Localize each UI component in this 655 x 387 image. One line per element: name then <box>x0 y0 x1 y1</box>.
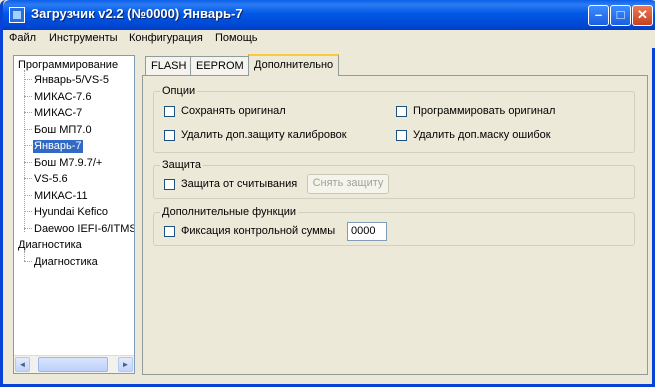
scroll-thumb[interactable] <box>38 357 108 372</box>
options-group: Опции Сохранять оригинал Программировать… <box>153 85 635 153</box>
menu-help[interactable]: Помощь <box>215 32 258 44</box>
program-original-label: Программировать оригинал <box>413 105 556 117</box>
save-original-label: Сохранять оригинал <box>181 105 286 117</box>
tree-item-mikas-7[interactable]: МИКАС-7 <box>34 107 82 120</box>
tree-root-programming[interactable]: Программирование <box>18 59 118 72</box>
read-protection-label: Защита от считывания <box>181 178 298 190</box>
read-protection-checkbox[interactable] <box>164 178 175 190</box>
options-group-title: Опции <box>160 85 198 97</box>
title-bar[interactable]: Загрузчик v2.2 (№0000) Январь-7 – □ ✕ <box>3 0 655 30</box>
menu-tools[interactable]: Инструменты <box>49 32 118 44</box>
tab-panel-additional: Опции Сохранять оригинал Программировать… <box>142 75 648 375</box>
checksum-fix-checkbox[interactable] <box>164 225 175 237</box>
checksum-value-field[interactable]: 0000 <box>347 222 387 241</box>
tree-horizontal-scrollbar[interactable]: ◄ ► <box>14 355 134 373</box>
remove-calib-protection-label: Удалить доп.защиту калибровок <box>181 129 347 141</box>
main-window: Загрузчик v2.2 (№0000) Январь-7 – □ ✕ Фа… <box>0 0 655 387</box>
tree-item-mikas-7-6[interactable]: МИКАС-7.6 <box>34 91 91 104</box>
tree-item-january-5[interactable]: Январь-5/VS-5 <box>34 74 109 87</box>
extra-functions-group-title: Дополнительные функции <box>160 206 299 218</box>
remove-error-mask-row[interactable]: Удалить доп.маску ошибок <box>396 129 551 141</box>
menu-file[interactable]: Файл <box>9 32 36 44</box>
app-icon <box>9 7 25 23</box>
tree-root-diagnostics[interactable]: Диагностика <box>18 239 82 252</box>
tree-item-vs-5-6[interactable]: VS-5.6 <box>34 173 68 186</box>
save-original-row[interactable]: Сохранять оригинал <box>164 105 286 117</box>
tree-item-bosch-mp7[interactable]: Бош МП7.0 <box>34 124 92 137</box>
save-original-checkbox[interactable] <box>164 105 175 117</box>
maximize-button[interactable]: □ <box>610 5 631 26</box>
remove-calib-protection-row[interactable]: Удалить доп.защиту калибровок <box>164 129 347 141</box>
scroll-right-icon[interactable]: ► <box>118 357 133 372</box>
scroll-left-icon[interactable]: ◄ <box>15 357 30 372</box>
protection-group: Защита Защита от считывания Снять защиту <box>153 159 635 199</box>
checksum-fix-label: Фиксация контрольной суммы <box>181 225 336 237</box>
tree-item-diagnostics[interactable]: Диагностика <box>34 256 98 269</box>
tree-line <box>24 70 25 232</box>
tree-item-bosch-m797[interactable]: Бош М7.9.7/+ <box>34 157 102 170</box>
remove-calib-protection-checkbox[interactable] <box>164 129 175 141</box>
window-title: Загрузчик v2.2 (№0000) Январь-7 <box>31 6 243 21</box>
ecu-tree[interactable]: Программирование Январь-5/VS-5 МИКАС-7.6… <box>13 55 135 374</box>
protection-group-title: Защита <box>160 159 203 171</box>
tree-item-mikas-11[interactable]: МИКАС-11 <box>34 190 88 203</box>
remove-protection-button[interactable]: Снять защиту <box>307 174 389 194</box>
extra-functions-group: Дополнительные функции Фиксация контроль… <box>153 206 635 246</box>
remove-error-mask-label: Удалить доп.маску ошибок <box>413 129 551 141</box>
menu-bar: Файл Инструменты Конфигурация Помощь <box>3 30 655 48</box>
program-original-row[interactable]: Программировать оригинал <box>396 105 555 117</box>
close-button[interactable]: ✕ <box>632 5 653 26</box>
tab-additional[interactable]: Дополнительно <box>248 54 340 76</box>
tab-flash[interactable]: FLASH <box>145 56 193 75</box>
tree-item-hyundai-kefico[interactable]: Hyundai Kefico <box>34 206 108 219</box>
remove-error-mask-checkbox[interactable] <box>396 129 407 141</box>
menu-configuration[interactable]: Конфигурация <box>129 32 203 44</box>
checksum-fix-row[interactable]: Фиксация контрольной суммы <box>164 225 335 237</box>
tree-item-january-7[interactable]: Январь-7 <box>33 140 83 153</box>
program-original-checkbox[interactable] <box>396 105 407 117</box>
tree-item-daewoo[interactable]: Daewoo IEFI-6/ITMS <box>34 223 134 236</box>
tab-eeprom[interactable]: EEPROM <box>190 56 250 75</box>
minimize-button[interactable]: – <box>588 5 609 26</box>
read-protection-row[interactable]: Защита от считывания <box>164 178 297 190</box>
